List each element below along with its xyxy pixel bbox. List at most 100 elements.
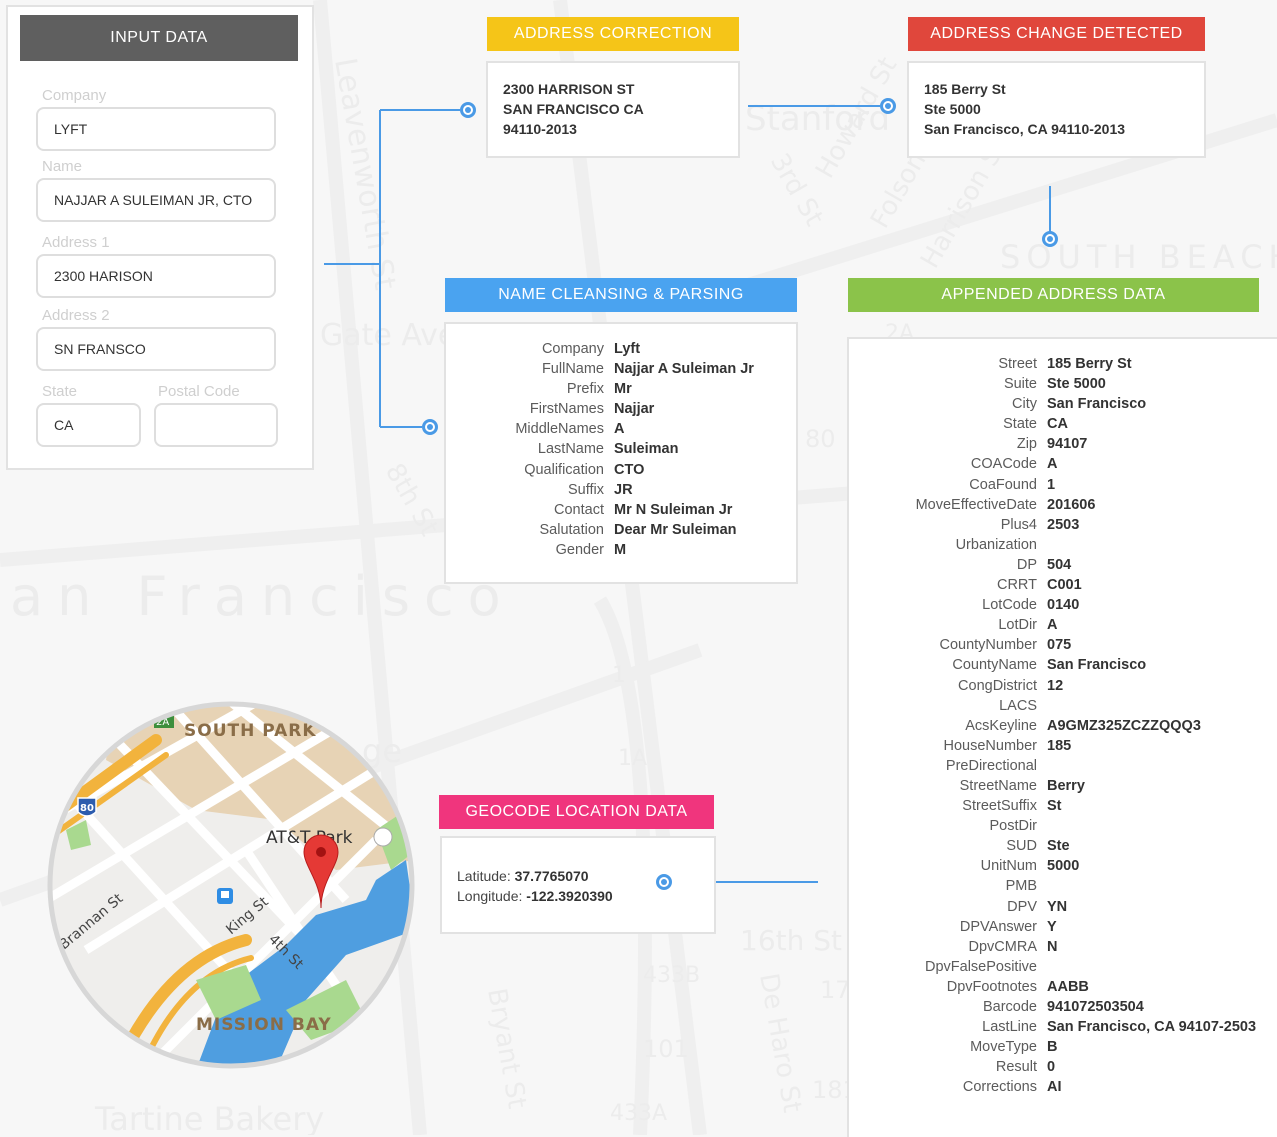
postal-code-field[interactable] bbox=[154, 403, 278, 447]
appended-field-key: Urbanization bbox=[955, 536, 1037, 553]
appended-field-key: StreetSuffix bbox=[962, 798, 1037, 815]
appended-field-value: YN bbox=[1047, 898, 1068, 915]
appended-field-value: 941072503504 bbox=[1047, 999, 1144, 1015]
appended-field-value: 075 bbox=[1047, 637, 1072, 654]
appended-field-row: PMB bbox=[849, 876, 1275, 896]
appended-field-value: San Francisco bbox=[1047, 396, 1147, 413]
appended-field-key: DP bbox=[1016, 556, 1037, 573]
appended-field-row: CountyName San Francisco bbox=[849, 655, 1275, 675]
name-field-key: LastName bbox=[537, 441, 604, 458]
appended-field-value: 94107 bbox=[1047, 436, 1088, 453]
appended-field-key: AcsKeyline bbox=[965, 717, 1037, 734]
name-field[interactable]: NAJJAR A SULEIMAN JR, CTO bbox=[36, 178, 276, 222]
name-field-row: Qualification CTO bbox=[446, 460, 794, 480]
company-field[interactable]: LYFT bbox=[36, 107, 276, 151]
appended-field-row: DPV YN bbox=[849, 897, 1275, 917]
corrected-address-line: 2300 HARRISON ST bbox=[503, 81, 635, 97]
name-field-row: Salutation Dear Mr Suleiman bbox=[446, 520, 794, 540]
interstate-80-icon: 80 bbox=[77, 797, 97, 817]
appended-field-key: UnitNum bbox=[980, 858, 1037, 875]
appended-field-row: DpvCMRA N bbox=[849, 937, 1275, 957]
appended-field-value bbox=[1037, 876, 1275, 896]
appended-address-card: Street 185 Berry St Suite Ste 5000 City San F… bbox=[847, 337, 1277, 1137]
name-field-value: CTO bbox=[614, 461, 645, 478]
appended-field-value bbox=[1037, 535, 1275, 555]
latitude-value: 37.7765070 bbox=[514, 868, 589, 884]
name-field-row: MiddleNames A bbox=[446, 419, 794, 439]
address-change-title: ADDRESS CHANGE DETECTED bbox=[908, 17, 1205, 51]
address1-field[interactable]: 2300 HARISON bbox=[36, 254, 276, 298]
name-field-value: M bbox=[614, 541, 627, 558]
appended-field-value: Berry bbox=[1047, 777, 1085, 794]
appended-field-row: Barcode 941072503504 bbox=[849, 997, 1275, 1017]
name-field-row: Contact Mr N Suleiman Jr bbox=[446, 500, 794, 520]
appended-field-key: Barcode bbox=[982, 999, 1037, 1015]
appended-field-value: AI bbox=[1047, 1079, 1062, 1096]
geocode-values: Latitude: 37.7765070 Longitude: -122.392… bbox=[457, 866, 613, 906]
appended-field-key: CRRT bbox=[996, 577, 1037, 594]
appended-field-row: COACode A bbox=[849, 454, 1275, 474]
appended-fields-list: Street 185 Berry St Suite Ste 5000 City San F… bbox=[849, 354, 1275, 1097]
corrected-address-line: SAN FRANCISCO CA bbox=[503, 101, 644, 117]
appended-field-key: LotCode bbox=[982, 597, 1037, 614]
connector-dot bbox=[880, 98, 896, 114]
appended-field-key: CongDistrict bbox=[958, 677, 1037, 694]
address2-field[interactable]: SN FRANSCO bbox=[36, 327, 276, 371]
name-field-key: Qualification bbox=[524, 461, 604, 478]
appended-field-key: DPV bbox=[1007, 898, 1037, 915]
appended-field-key: State bbox=[1003, 416, 1037, 433]
name-field-value: Mr N Suleiman Jr bbox=[614, 501, 733, 518]
connector-dot bbox=[656, 874, 672, 890]
appended-field-row: UnitNum 5000 bbox=[849, 856, 1275, 876]
appended-field-key: SUD bbox=[1006, 838, 1037, 855]
name-field-row: Company Lyft bbox=[446, 339, 794, 359]
appended-field-row: Corrections AI bbox=[849, 1077, 1275, 1097]
appended-field-key: MoveEffectiveDate bbox=[915, 496, 1037, 513]
name-label: Name bbox=[42, 158, 83, 175]
appended-field-row: MoveEffectiveDate 201606 bbox=[849, 495, 1275, 515]
appended-field-value bbox=[1037, 957, 1275, 977]
name-field-value: Lyft bbox=[614, 341, 641, 357]
connector-dot bbox=[422, 419, 438, 435]
appended-field-value bbox=[1037, 756, 1275, 776]
state-label: State bbox=[42, 383, 78, 400]
appended-field-value: 185 Berry St bbox=[1047, 356, 1132, 372]
appended-field-key: Corrections bbox=[962, 1079, 1037, 1096]
appended-field-value: San Francisco, CA 94107-2503 bbox=[1047, 1019, 1257, 1036]
appended-field-key: DpvFootnotes bbox=[946, 978, 1037, 995]
appended-field-key: Plus4 bbox=[1000, 516, 1037, 533]
appended-field-key: COACode bbox=[970, 456, 1037, 473]
appended-field-row: Suite Ste 5000 bbox=[849, 374, 1275, 394]
appended-field-key: MoveType bbox=[970, 1039, 1037, 1056]
appended-field-value: St bbox=[1047, 798, 1062, 815]
appended-field-value: San Francisco bbox=[1047, 657, 1147, 674]
address2-label: Address 2 bbox=[42, 307, 110, 324]
map-label-mission-bay: MISSION BAY bbox=[196, 1015, 332, 1035]
state-field[interactable]: CA bbox=[36, 403, 141, 447]
appended-field-key: Zip bbox=[1016, 436, 1037, 453]
address-change-card: 185 Berry St Ste 5000 San Francisco, CA … bbox=[907, 61, 1206, 158]
appended-field-key: Suite bbox=[1003, 376, 1037, 393]
appended-field-row: State CA bbox=[849, 414, 1275, 434]
longitude-value: -122.3920390 bbox=[526, 888, 613, 904]
appended-field-row: DPVAnswer Y bbox=[849, 917, 1275, 937]
stadium-icon bbox=[373, 827, 393, 847]
appended-field-value: 12 bbox=[1047, 677, 1064, 694]
appended-field-row: DP 504 bbox=[849, 555, 1275, 575]
appended-field-key: LotDir bbox=[998, 617, 1037, 634]
appended-field-row: Street 185 Berry St bbox=[849, 354, 1275, 374]
name-field-value: Suleiman bbox=[614, 441, 679, 458]
appended-field-value: A bbox=[1047, 617, 1058, 634]
appended-field-row: StreetName Berry bbox=[849, 776, 1275, 796]
map-label-south-park: SOUTH PARK bbox=[184, 721, 317, 741]
name-field-row: FirstNames Najjar bbox=[446, 399, 794, 419]
appended-field-value: 1 bbox=[1047, 476, 1056, 493]
appended-field-value: 0140 bbox=[1047, 597, 1080, 614]
appended-field-value: B bbox=[1047, 1039, 1058, 1056]
name-field-row: FullName Najjar A Suleiman Jr bbox=[446, 359, 794, 379]
appended-field-key: PostDir bbox=[989, 818, 1037, 835]
appended-field-key: DPVAnswer bbox=[959, 918, 1037, 935]
appended-field-row: DpvFalsePositive bbox=[849, 957, 1275, 977]
appended-field-row: CongDistrict 12 bbox=[849, 676, 1275, 696]
input-data-panel: INPUT DATA Company LYFT Name NAJJAR A SU… bbox=[6, 5, 314, 470]
